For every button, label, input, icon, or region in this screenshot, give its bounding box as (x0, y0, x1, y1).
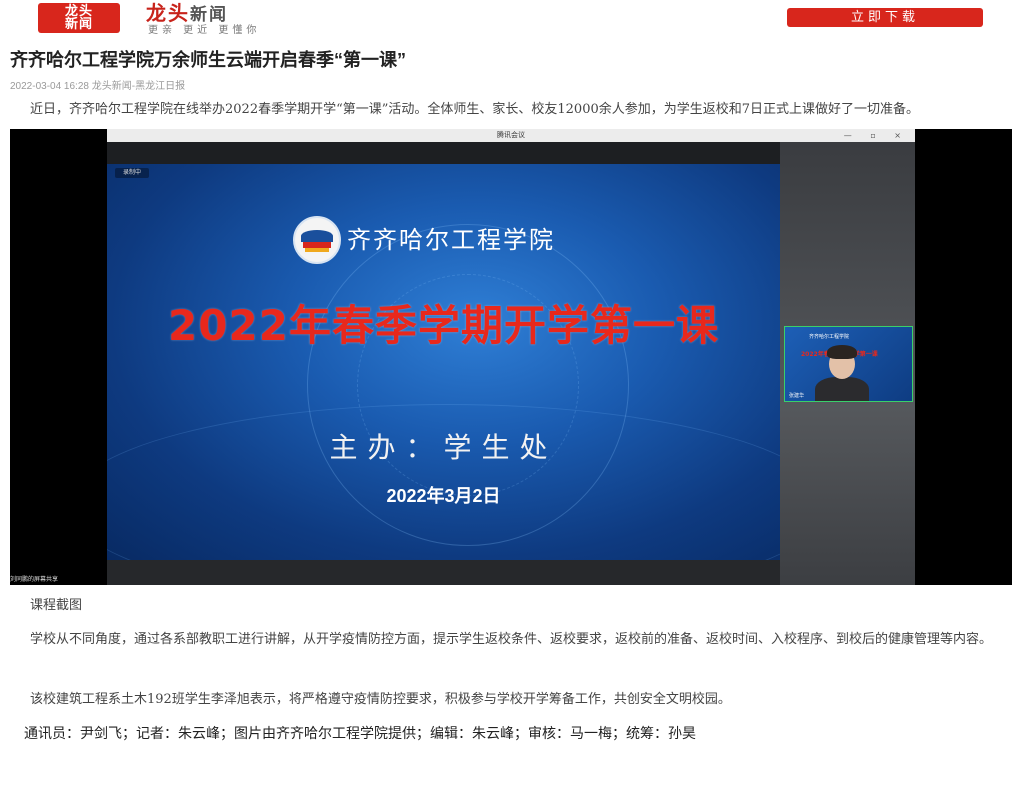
article-image: 腾讯会议 — ▫ × 录制中 齐齐哈尔工程学院 2022年春季学期开学第一课 主… (10, 129, 1012, 585)
slide-host: 主办：学生处 (329, 431, 558, 464)
article-paragraph-1: 近日，齐齐哈尔工程学院在线举办2022春季学期开学“第一课”活动。全体师生、家长… (30, 102, 920, 117)
window-titlebar: 腾讯会议 — ▫ × (107, 129, 915, 142)
window-controls: — ▫ × (843, 131, 909, 140)
logo-line2: 新闻 (64, 17, 93, 32)
brand-slogan: 更亲 更近 更懂你 (148, 25, 261, 36)
person-icon (815, 377, 869, 401)
image-caption: 课程截图 (30, 598, 83, 613)
site-header: 龙头 新闻 龙头新闻 更亲 更近 更懂你 立即下载 (0, 0, 1024, 38)
slide-title: 2022年春季学期开学第一课 (168, 301, 719, 350)
window-title: 腾讯会议 (497, 131, 525, 139)
article-paragraph-3: 该校建筑工程系土木192班学生李泽旭表示，将严格遵守疫情防控要求，积极参与学校开… (30, 692, 731, 707)
participant-video: 齐齐哈尔工程学院 2022年春季学期开学第一课 张建华 (784, 326, 913, 402)
article-credits: 通讯员：尹剑飞；记者：朱云峰；图片由齐齐哈尔工程学院提供；编辑：朱云峰；审核：马… (24, 725, 696, 741)
participant-name: 张建华 (789, 393, 805, 399)
shared-slide: 录制中 齐齐哈尔工程学院 2022年春季学期开学第一课 主办：学生处 2022年… (107, 164, 780, 560)
slide-school-name: 齐齐哈尔工程学院 (347, 226, 555, 254)
article-meta: 2022-03-04 16:28 龙头新闻-黑龙江日报 (10, 81, 186, 92)
site-logo[interactable]: 龙头 新闻 (38, 3, 120, 33)
article-title: 齐齐哈尔工程学院万余师生云端开启春季“第一课” (10, 50, 406, 70)
brand-wordmark: 龙头新闻 更亲 更近 更懂你 (146, 2, 260, 36)
article-paragraph-2: 学校从不同角度，通过各系部教职工进行讲解，从开学疫情防控方面，提示学生返校条件、… (30, 632, 993, 647)
meeting-bottom-bar (107, 560, 780, 585)
recording-badge: 录制中 (115, 168, 149, 178)
brand-part1: 龙头 (146, 1, 190, 25)
pip-title: 齐齐哈尔工程学院 (809, 334, 850, 340)
download-app-button[interactable]: 立即下载 (787, 8, 983, 27)
slide-date: 2022年3月2日 (386, 486, 501, 506)
participant-panel: 齐齐哈尔工程学院 2022年春季学期开学第一课 张建华 (780, 142, 915, 585)
screen-share-status: 刘同鹏的屏幕共享 (10, 576, 59, 583)
meeting-window: 腾讯会议 — ▫ × 录制中 齐齐哈尔工程学院 2022年春季学期开学第一课 主… (107, 129, 915, 585)
school-emblem-icon (293, 216, 341, 264)
brand-part2: 新闻 (190, 5, 228, 25)
